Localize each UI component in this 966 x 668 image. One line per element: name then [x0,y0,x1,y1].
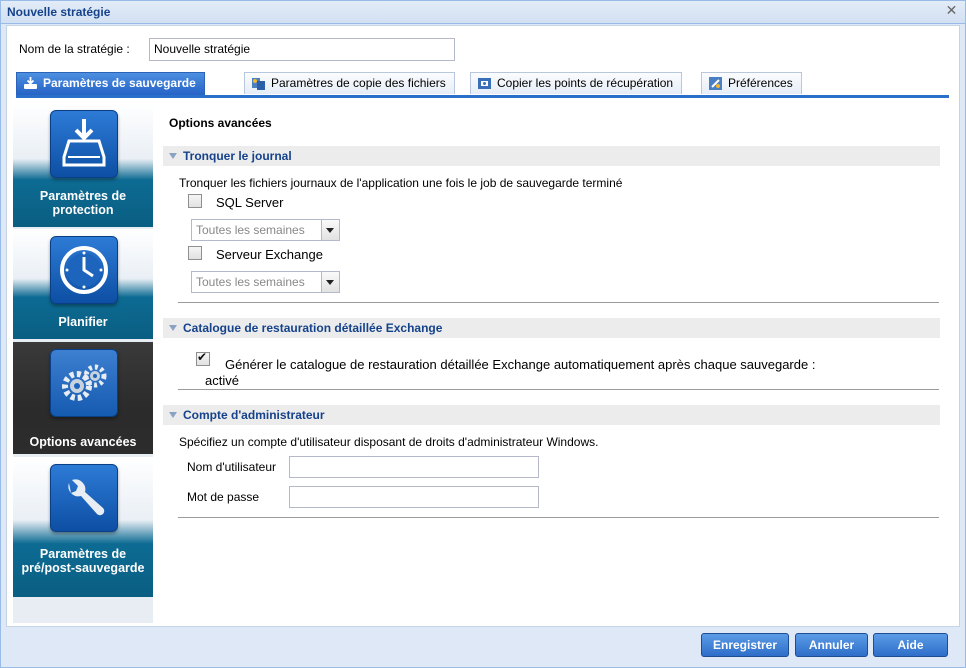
cancel-button[interactable]: Annuler [795,633,868,657]
tab-label: Paramètres de sauvegarde [43,76,196,90]
wrench-icon [50,464,118,532]
exchange-server-label: Serveur Exchange [216,247,323,262]
recovery-copy-icon [478,78,491,89]
help-button[interactable]: Aide [873,633,948,657]
strategy-name-input[interactable]: Nouvelle stratégie [149,38,455,61]
section-title: Compte d'administrateur [183,408,325,422]
section-title: Catalogue de restauration détaillée Exch… [183,321,443,335]
section-admin-account-header[interactable]: Compte d'administrateur [163,405,940,425]
sidebar-item-label: Planifier [58,315,108,329]
file-copy-icon [252,78,265,90]
tab-bar: Paramètres de sauvegarde Paramètres de c… [16,71,949,98]
sidebar-item-protection-settings[interactable]: Paramètres de protection [13,103,153,227]
tab-label: Copier les points de récupération [497,76,674,90]
tab-label: Préférences [728,76,793,90]
drive-download-icon [50,110,118,178]
divider [178,389,939,390]
sql-server-frequency-select[interactable]: Toutes les semaines [191,219,340,241]
section-truncate-log-header[interactable]: Tronquer le journal [163,146,940,166]
section-exchange-catalog-header[interactable]: Catalogue de restauration détaillée Exch… [163,318,940,338]
gears-icon [50,349,118,417]
password-input[interactable] [289,486,539,508]
section-title: Tronquer le journal [183,149,292,163]
admin-description: Spécifiez un compte d'utilisateur dispos… [179,435,599,449]
tab-copy-recovery-points[interactable]: Copier les points de récupération [470,72,683,94]
sidebar-item-label: Options avancées [29,435,137,449]
clock-icon [50,236,118,304]
sidebar-item-advanced-options[interactable]: Options avancées [13,342,153,454]
generate-catalog-label: Générer le catalogue de restauration dét… [225,357,816,372]
password-label: Mot de passe [187,490,260,504]
dialog-body: Nom de la stratégie : Nouvelle stratégie… [6,25,960,627]
sidebar-item-pre-post-settings[interactable]: Paramètres de pré/post-sauvegarde [13,457,153,597]
username-input[interactable] [289,456,539,478]
backup-icon [24,77,37,89]
exchange-server-frequency-select[interactable]: Toutes les semaines [191,271,340,293]
save-button[interactable]: Enregistrer [701,633,789,657]
sql-server-label: SQL Server [216,195,284,210]
catalog-status: activé [205,373,239,388]
sql-server-checkbox[interactable] [188,194,202,208]
truncate-description: Tronquer les fichiers journaux de l'appl… [179,176,623,190]
preferences-icon [709,77,722,90]
dialog-window: Nouvelle stratégie ✕ Nom de la stratégie… [0,0,966,668]
select-value: Toutes les semaines [196,223,305,237]
chevron-down-icon[interactable] [321,272,339,292]
window-title: Nouvelle stratégie [7,5,111,19]
tab-label: Paramètres de copie des fichiers [271,76,446,90]
divider [178,302,939,303]
strategy-name-label: Nom de la stratégie : [19,42,130,56]
advanced-options-panel: Options avancées Tronquer le journal Tro… [161,103,953,623]
chevron-down-icon[interactable] [321,220,339,240]
sidebar-item-label: Paramètres de protection [39,189,127,217]
collapse-triangle-icon [169,412,177,418]
generate-catalog-checkbox[interactable] [196,350,210,366]
close-icon[interactable]: ✕ [944,4,959,19]
page-title: Options avancées [169,116,272,130]
select-value: Toutes les semaines [196,275,305,289]
divider [178,517,939,518]
sidebar-item-label: Paramètres de pré/post-sauvegarde [21,547,145,575]
tab-file-copy-settings[interactable]: Paramètres de copie des fichiers [244,72,455,94]
title-bar: Nouvelle stratégie ✕ [1,1,965,24]
collapse-triangle-icon [169,325,177,331]
tab-backup-settings[interactable]: Paramètres de sauvegarde [16,72,205,95]
sidebar: Paramètres de protection Planifier Optio… [13,103,153,623]
sidebar-item-schedule[interactable]: Planifier [13,229,153,339]
tab-preferences[interactable]: Préférences [701,72,802,94]
exchange-server-checkbox[interactable] [188,246,202,260]
collapse-triangle-icon [169,153,177,159]
username-label: Nom d'utilisateur [187,460,276,474]
